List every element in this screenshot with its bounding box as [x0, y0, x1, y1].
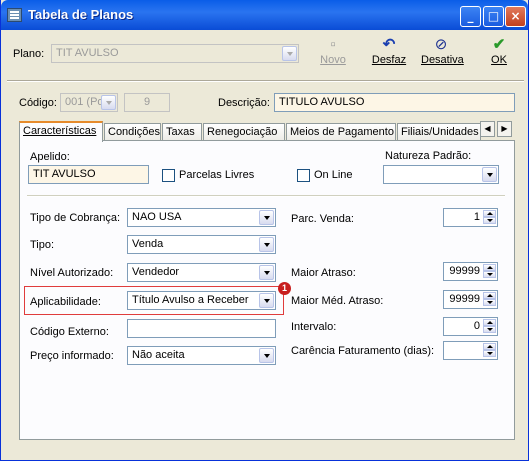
natureza-label: Natureza Padrão: [385, 150, 472, 162]
annotation-badge: 1 [278, 282, 291, 295]
on-line-checkbox[interactable] [297, 169, 310, 182]
tab-label: Condições [108, 126, 160, 138]
ok-button[interactable]: ✔ OK [479, 36, 519, 66]
nivel-value: Vendedor [132, 266, 180, 278]
tab-caracteristicas[interactable]: Características [19, 121, 103, 142]
intervalo-value: 0 [473, 320, 480, 332]
intervalo-spinner[interactable]: 0 [443, 317, 498, 336]
tipo-cobranca-select[interactable]: NAO USA [127, 208, 276, 227]
plano-value: TIT AVULSO [56, 47, 119, 59]
codigo-externo-label: Código Externo: [30, 326, 109, 338]
parcelas-livres-label: Parcelas Livres [179, 169, 255, 181]
preco-value: Não aceita [132, 349, 185, 361]
chevron-down-icon[interactable] [482, 167, 497, 182]
descricao-label: Descrição: [218, 97, 270, 109]
parc-venda-spinner[interactable]: 1 [443, 208, 498, 227]
undo-icon: ↶ [382, 36, 396, 53]
window: Tabela de Planos _ □ × Plano: TIT AVULSO… [0, 0, 529, 461]
tab-label: Filiais/Unidades [401, 126, 479, 138]
codigo-externo-input[interactable] [127, 319, 276, 338]
tab-condicoes[interactable]: Condições [104, 123, 161, 141]
ok-label: OK [491, 54, 507, 66]
carencia-spinner[interactable] [443, 341, 498, 360]
minimize-button[interactable]: _ [460, 6, 481, 27]
tab-bar: Características Condições Taxas Renegoci… [19, 121, 515, 142]
natureza-select[interactable] [383, 165, 499, 184]
nivel-select[interactable]: Vendedor [127, 263, 276, 282]
intervalo-label: Intervalo: [291, 321, 337, 333]
aplicabilidade-label: Aplicabilidade: [30, 296, 101, 308]
maior-atraso-label: Maior Atraso: [291, 267, 356, 279]
maior-med-label: Maior Méd. Atraso: [291, 295, 384, 307]
spinner-arrows-icon[interactable] [483, 210, 496, 225]
tab-scroll-right-icon[interactable]: ▶ [497, 121, 512, 137]
tab-taxas[interactable]: Taxas [162, 123, 202, 141]
chevron-down-icon[interactable] [101, 95, 116, 110]
plano-select[interactable]: TIT AVULSO [51, 44, 299, 63]
desfaz-button[interactable]: ↶ Desfaz [369, 36, 409, 66]
chevron-down-icon[interactable] [259, 293, 274, 308]
codigo-select[interactable]: 001 (Po: [60, 93, 118, 112]
maior-atraso-value: 99999 [449, 265, 480, 277]
parc-venda-label: Parc. Venda: [291, 213, 354, 225]
maior-med-value: 99999 [449, 293, 480, 305]
tab-meios-pagamento[interactable]: Meios de Pagamento [286, 123, 396, 141]
tab-label: Renegociação [207, 126, 278, 138]
spinner-arrows-icon[interactable] [483, 343, 496, 358]
window-title: Tabela de Planos [28, 7, 134, 22]
descricao-input[interactable]: TITULO AVULSO [274, 93, 515, 112]
on-line-label: On Line [314, 169, 353, 181]
preco-select[interactable]: Não aceita [127, 346, 276, 365]
maximize-button[interactable]: □ [483, 6, 504, 27]
deactivate-icon: ⊘ [434, 36, 448, 53]
tipo-cobranca-label: Tipo de Cobrança: [30, 212, 121, 224]
plano-label: Plano: [13, 48, 45, 60]
aplicabilidade-value: Título Avulso a Receber [132, 294, 249, 306]
tab-label: Características [23, 125, 97, 137]
tab-scroll-left-icon[interactable]: ◀ [480, 121, 495, 137]
maior-med-spinner[interactable]: 99999 [443, 290, 498, 309]
chevron-down-icon[interactable] [259, 348, 274, 363]
tipo-value: Venda [132, 238, 164, 250]
novo-label: Novo [320, 54, 346, 66]
spinner-arrows-icon[interactable] [483, 292, 496, 307]
spinner-arrows-icon[interactable] [483, 319, 496, 334]
app-icon [7, 8, 22, 22]
chevron-down-icon[interactable] [259, 265, 274, 280]
novo-button[interactable]: ▫ Novo [313, 36, 353, 66]
apelido-input[interactable]: TIT AVULSO [28, 165, 149, 184]
parcelas-livres-checkbox[interactable] [162, 169, 175, 182]
tipo-label: Tipo: [30, 239, 55, 251]
title-bar: Tabela de Planos _ □ × [1, 0, 528, 30]
desfaz-label: Desfaz [371, 54, 407, 66]
nivel-label: Nível Autorizado: [30, 267, 114, 279]
parc-venda-value: 1 [473, 211, 480, 223]
carencia-label: Carência Faturamento (dias): [291, 345, 435, 357]
check-icon: ✔ [492, 36, 506, 53]
tab-label: Taxas [166, 126, 195, 138]
tipo-cobranca-value: NAO USA [132, 211, 182, 223]
maior-atraso-spinner[interactable]: 99999 [443, 262, 498, 281]
tipo-select[interactable]: Venda [127, 235, 276, 254]
new-document-icon: ▫ [330, 36, 336, 53]
aplicabilidade-select[interactable]: Título Avulso a Receber [127, 291, 276, 310]
close-button[interactable]: × [505, 6, 526, 27]
tab-renegociacao[interactable]: Renegociação [203, 123, 285, 141]
chevron-down-icon[interactable] [282, 46, 297, 61]
codigo-number[interactable]: 9 [124, 93, 170, 112]
toolbar-divider [7, 80, 524, 82]
tab-label: Meios de Pagamento [290, 126, 394, 138]
preco-label: Preço informado: [30, 350, 114, 362]
section-divider [27, 195, 505, 197]
tab-filiais[interactable]: Filiais/Unidades [397, 123, 481, 141]
desativa-button[interactable]: ⊘ Desativa [421, 36, 464, 66]
chevron-down-icon[interactable] [259, 210, 274, 225]
desativa-label: Desativa [421, 54, 464, 66]
codigo-label: Código: [19, 97, 57, 109]
chevron-down-icon[interactable] [259, 237, 274, 252]
apelido-label: Apelido: [30, 151, 70, 163]
spinner-arrows-icon[interactable] [483, 264, 496, 279]
